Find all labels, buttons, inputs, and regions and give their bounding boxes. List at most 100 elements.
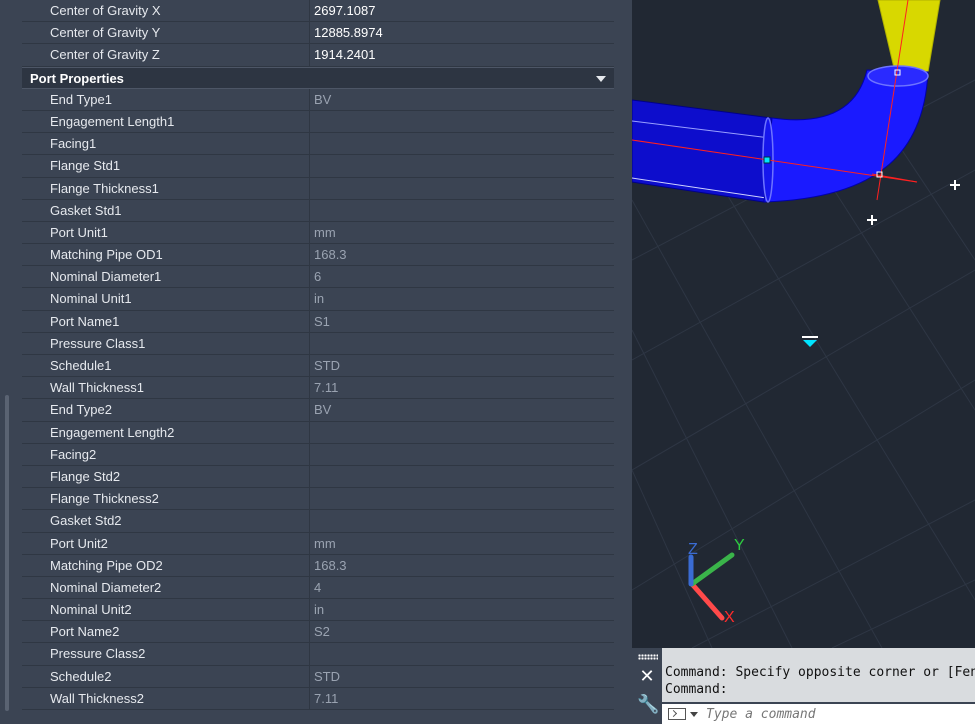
property-value[interactable]: mm (311, 533, 614, 554)
collapse-caret-icon[interactable] (596, 75, 606, 82)
blue-pipe-elbow[interactable] (763, 69, 929, 203)
property-row[interactable]: Matching Pipe OD1 168.3 (22, 244, 614, 267)
property-row[interactable]: Center of Gravity Y 12885.8974 (22, 22, 614, 45)
property-row[interactable]: Port Unit1 mm (22, 221, 614, 245)
property-row[interactable]: Engagement Length2 (22, 421, 614, 444)
property-row[interactable]: Center of Gravity X 2697.1087 (22, 0, 614, 23)
ucs-x-label: X (724, 609, 735, 626)
property-value[interactable]: BV (311, 399, 614, 420)
property-row[interactable]: Gasket Std1 (22, 199, 614, 222)
property-name: Gasket Std1 (22, 199, 310, 221)
crosshair-cursor-icon (867, 180, 960, 225)
property-row[interactable]: Center of Gravity Z 1914.2401 (22, 44, 614, 67)
property-value[interactable] (311, 133, 614, 154)
property-row[interactable]: Wall Thickness2 7.11 (22, 687, 614, 710)
close-icon[interactable]: ✕ (637, 666, 657, 686)
property-value[interactable]: 7.11 (311, 377, 614, 398)
property-name: Gasket Std2 (22, 510, 310, 532)
property-name: Facing1 (22, 133, 310, 155)
property-row[interactable]: Schedule1 STD (22, 355, 614, 378)
property-row[interactable]: Flange Thickness2 (22, 488, 614, 511)
property-value[interactable]: STD (311, 666, 614, 687)
property-row[interactable]: Flange Std2 (22, 465, 614, 489)
property-value[interactable]: 6 (311, 266, 614, 287)
property-value[interactable]: in (311, 599, 614, 620)
history-line: Command: (665, 682, 728, 697)
property-value[interactable] (311, 510, 614, 531)
property-value[interactable]: mm (311, 222, 614, 243)
property-name: Flange Std2 (22, 465, 310, 488)
property-row[interactable]: Port Unit2 mm (22, 532, 614, 555)
property-name: End Type2 (22, 399, 310, 421)
property-row[interactable]: Pressure Class1 (22, 332, 614, 355)
property-row[interactable]: Engagement Length1 (22, 110, 614, 134)
property-row[interactable]: Nominal Unit1 in (22, 288, 614, 311)
property-value[interactable] (311, 200, 614, 221)
property-value[interactable]: S2 (311, 621, 614, 642)
property-value[interactable]: 12885.8974 (311, 22, 614, 43)
section-port-properties[interactable]: Port Properties (22, 66, 614, 89)
property-row[interactable]: Facing1 (22, 133, 614, 156)
property-name: Nominal Unit1 (22, 288, 310, 310)
property-value[interactable] (311, 466, 614, 487)
property-value[interactable]: 168.3 (311, 555, 614, 576)
property-row[interactable]: Flange Std1 (22, 155, 614, 178)
property-value[interactable]: 7.11 (311, 688, 614, 709)
property-value[interactable] (311, 111, 614, 132)
property-name: Port Name2 (22, 621, 310, 643)
property-row[interactable]: End Type1 BV (22, 88, 614, 111)
property-name: Flange Thickness1 (22, 177, 310, 199)
grip-point[interactable] (763, 156, 771, 164)
property-row[interactable]: Matching Pipe OD2 168.3 (22, 554, 614, 577)
property-value[interactable]: 4 (311, 577, 614, 598)
property-name: Center of Gravity Z (22, 44, 310, 66)
recent-commands-dropdown-icon[interactable] (690, 711, 698, 717)
property-name: Pressure Class2 (22, 643, 310, 665)
property-row[interactable]: Facing2 (22, 443, 614, 466)
property-name: Port Unit1 (22, 221, 310, 244)
model-space-canvas[interactable]: X Y Z (632, 0, 975, 648)
property-row[interactable]: Pressure Class2 (22, 643, 614, 666)
property-value[interactable]: 168.3 (311, 244, 614, 265)
property-name: Pressure Class1 (22, 332, 310, 354)
drawing-viewport[interactable]: X Y Z (632, 0, 975, 648)
property-value[interactable]: 1914.2401 (311, 44, 614, 65)
property-value[interactable] (311, 422, 614, 443)
property-row[interactable]: Nominal Unit2 in (22, 599, 614, 622)
property-value[interactable]: 2697.1087 (311, 0, 614, 21)
property-value[interactable] (311, 333, 614, 354)
property-value[interactable]: STD (311, 355, 614, 376)
property-value[interactable]: BV (311, 89, 614, 110)
property-row[interactable]: Gasket Std2 (22, 510, 614, 533)
property-value[interactable] (311, 155, 614, 176)
property-row[interactable]: Flange Thickness1 (22, 177, 614, 200)
property-name: Nominal Diameter1 (22, 266, 310, 288)
property-row[interactable]: End Type2 BV (22, 399, 614, 422)
property-value[interactable] (311, 444, 614, 465)
property-row[interactable]: Wall Thickness1 7.11 (22, 377, 614, 400)
property-name: Schedule2 (22, 665, 310, 687)
customize-wrench-icon[interactable]: 🔧 (637, 694, 659, 714)
property-value[interactable]: in (311, 288, 614, 309)
property-row[interactable]: Port Name2 S2 (22, 621, 614, 644)
property-row[interactable]: Nominal Diameter2 4 (22, 576, 614, 600)
property-row[interactable]: Port Name1 S1 (22, 310, 614, 333)
pipe-model[interactable] (632, 0, 941, 203)
property-name: Wall Thickness1 (22, 377, 310, 399)
command-prompt-icon[interactable] (668, 708, 686, 720)
command-input[interactable] (706, 705, 975, 723)
property-row[interactable]: Nominal Diameter1 6 (22, 266, 614, 289)
ucs-z-label: Z (688, 541, 698, 558)
viewcube-marker-icon[interactable] (802, 336, 818, 347)
property-row[interactable]: Schedule2 STD (22, 665, 614, 688)
properties-scrollbar[interactable] (5, 395, 9, 711)
yellow-pipe-segment[interactable] (877, 0, 941, 73)
blue-pipe-straight[interactable] (632, 99, 773, 203)
property-value[interactable] (311, 488, 614, 509)
property-value[interactable]: S1 (311, 311, 614, 332)
property-value[interactable] (311, 643, 614, 664)
elbow-end-face[interactable] (867, 65, 929, 87)
history-line: Command: Specify opposite corner or [Fen… (665, 665, 975, 680)
drag-grip-icon[interactable] (638, 654, 658, 660)
property-value[interactable] (311, 178, 614, 199)
